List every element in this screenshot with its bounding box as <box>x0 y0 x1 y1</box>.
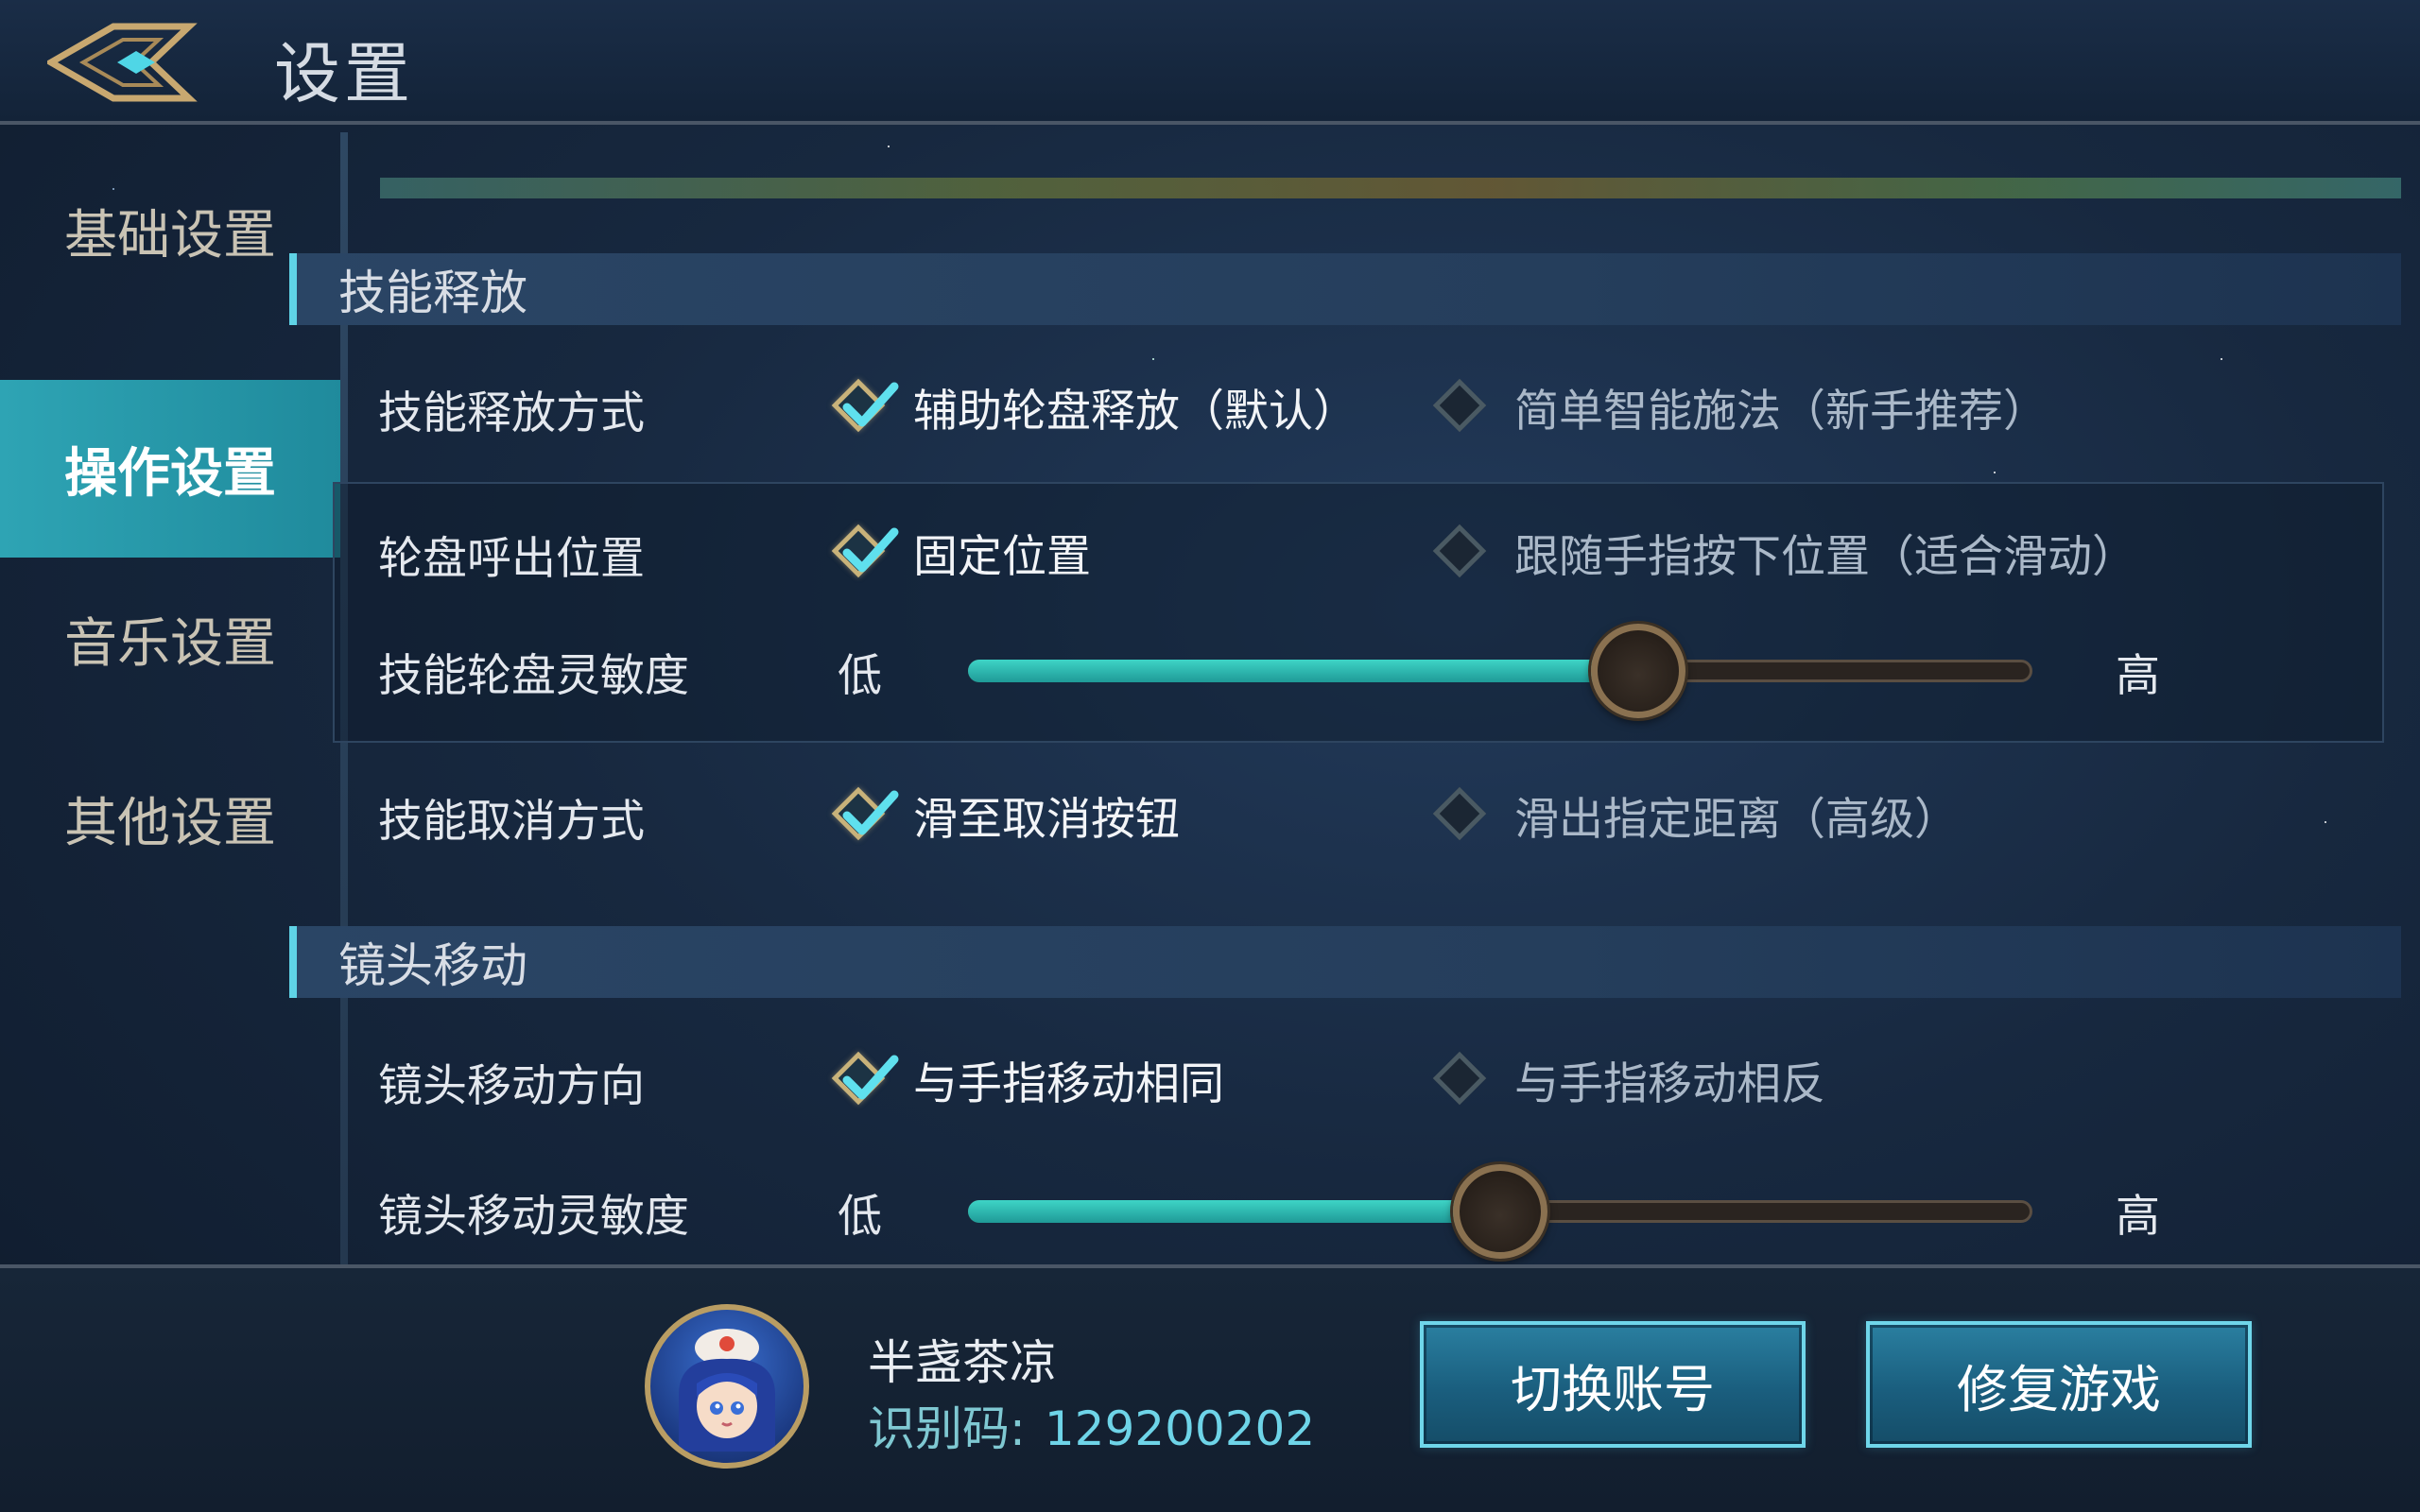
slider-handle[interactable] <box>1591 624 1686 718</box>
sensitivity-low-label: 低 <box>838 650 882 702</box>
cancel-mode-option-button[interactable]: 滑至取消按钮 <box>831 782 1180 848</box>
repair-game-button[interactable]: 修复游戏 <box>1866 1321 2252 1448</box>
username: 半盏茶凉 <box>868 1335 1057 1390</box>
wheel-position-option-follow[interactable]: 跟随手指按下位置（适合滑动） <box>1432 520 2136 585</box>
page-title: 设置 <box>274 35 414 112</box>
slider-fill <box>968 660 1639 682</box>
radio-selected-icon <box>831 786 899 844</box>
sensitivity-high-label: 高 <box>2116 650 2160 702</box>
check-icon <box>842 527 899 572</box>
sidebar-item-music[interactable]: 音乐设置 <box>0 550 348 728</box>
camera-sensitivity-low-label: 低 <box>838 1191 882 1243</box>
avatar[interactable] <box>645 1304 809 1469</box>
camera-direction-option-opposite[interactable]: 与手指移动相反 <box>1432 1047 1825 1112</box>
radio-unselected-icon <box>1432 786 1490 844</box>
option-label: 固定位置 <box>913 531 1091 583</box>
sidebar-item-controls[interactable]: 操作设置 <box>0 380 348 558</box>
camera-sensitivity-slider[interactable] <box>968 1164 2032 1259</box>
radio-selected-icon <box>831 1051 899 1108</box>
camera-direction-option-same[interactable]: 与手指移动相同 <box>831 1047 1224 1112</box>
option-label: 简单智能施法（新手推荐） <box>1514 386 2048 438</box>
wheel-sensitivity-slider[interactable] <box>968 624 2032 718</box>
radio-selected-icon <box>831 524 899 581</box>
user-id-value: 129200202 <box>1044 1401 1316 1456</box>
radio-unselected-icon <box>1432 378 1490 436</box>
user-id-label: 识别码: <box>868 1401 1026 1456</box>
section-title-skill-release: 技能释放 <box>289 253 2401 325</box>
check-icon <box>842 382 899 426</box>
option-label: 滑至取消按钮 <box>913 794 1180 846</box>
release-mode-label: 技能释放方式 <box>378 387 645 439</box>
cancel-mode-label: 技能取消方式 <box>378 796 645 848</box>
top-bar: 设置 <box>0 0 2420 125</box>
user-id-row: 识别码: 129200202 <box>868 1391 1315 1459</box>
option-label: 辅助轮盘释放（默认） <box>913 386 1357 438</box>
option-label: 滑出指定距离（高级） <box>1514 794 1959 846</box>
option-label: 与手指移动相同 <box>913 1058 1224 1110</box>
camera-sensitivity-high-label: 高 <box>2116 1191 2160 1243</box>
cancel-mode-option-distance[interactable]: 滑出指定距离（高级） <box>1432 782 1959 848</box>
slider-fill <box>968 1200 1500 1223</box>
avatar-character-icon <box>679 1329 775 1452</box>
radio-selected-icon <box>831 378 899 436</box>
option-label: 跟随手指按下位置（适合滑动） <box>1514 531 2136 583</box>
decorative-banner <box>380 178 2401 198</box>
camera-direction-label: 镜头移动方向 <box>378 1060 645 1112</box>
wheel-sensitivity-label: 技能轮盘灵敏度 <box>378 650 689 702</box>
switch-account-button[interactable]: 切换账号 <box>1420 1321 1806 1448</box>
option-label: 与手指移动相反 <box>1514 1058 1825 1110</box>
sidebar-item-other[interactable]: 其他设置 <box>0 730 348 907</box>
slider-handle[interactable] <box>1453 1164 1547 1259</box>
radio-unselected-icon <box>1432 1051 1490 1108</box>
check-icon <box>842 1055 899 1099</box>
release-mode-option-simple[interactable]: 简单智能施法（新手推荐） <box>1432 374 2048 439</box>
wheel-position-label: 轮盘呼出位置 <box>378 533 645 585</box>
release-mode-option-assist[interactable]: 辅助轮盘释放（默认） <box>831 374 1357 439</box>
radio-unselected-icon <box>1432 524 1490 581</box>
section-title-camera: 镜头移动 <box>289 926 2401 998</box>
back-arrow-icon <box>43 23 198 102</box>
wheel-position-option-fixed[interactable]: 固定位置 <box>831 520 1091 585</box>
camera-sensitivity-label: 镜头移动灵敏度 <box>378 1191 689 1243</box>
check-icon <box>842 790 899 834</box>
back-button[interactable] <box>43 17 208 108</box>
